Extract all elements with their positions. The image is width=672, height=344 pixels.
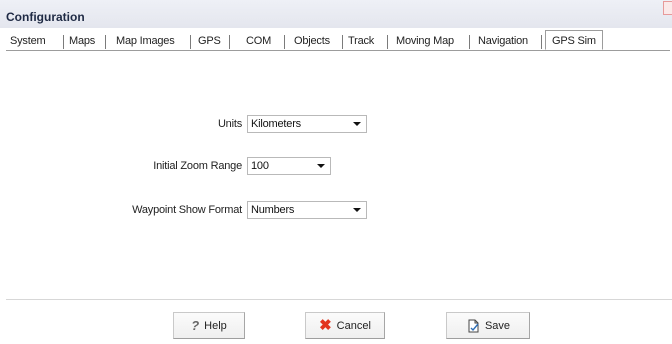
initial-zoom-range-select[interactable]: 100 (247, 157, 331, 175)
tab-navigation[interactable]: Navigation (478, 35, 542, 50)
initial-zoom-range-label: Initial Zoom Range (153, 160, 242, 172)
button-divider (6, 299, 672, 300)
close-button-edge[interactable] (663, 1, 672, 15)
tab-maps[interactable]: Maps (69, 35, 106, 50)
units-value: Kilometers (251, 118, 301, 130)
window-title: Configuration (6, 10, 85, 24)
initial-zoom-range-value: 100 (251, 160, 269, 172)
tab-gps[interactable]: GPS (198, 35, 230, 50)
chevron-down-icon (353, 122, 361, 126)
chevron-down-icon (353, 208, 361, 212)
units-label: Units (217, 118, 242, 130)
save-document-icon (468, 319, 479, 332)
cancel-x-icon: ✖ (319, 317, 332, 334)
tab-moving-map[interactable]: Moving Map (396, 35, 470, 50)
tab-system[interactable]: System (10, 35, 64, 50)
save-button-label: Save (484, 319, 511, 332)
chevron-down-icon (317, 164, 325, 168)
waypoint-show-format-label: Waypoint Show Format (132, 204, 242, 216)
tab-map-images[interactable]: Map Images (116, 35, 191, 50)
waypoint-show-format-select[interactable]: Numbers (247, 201, 367, 219)
tab-objects[interactable]: Objects (294, 35, 343, 50)
cancel-button[interactable]: ✖ Cancel (305, 312, 385, 339)
help-question-icon: ? (191, 318, 200, 333)
tab-com[interactable]: COM (246, 35, 285, 50)
save-button[interactable]: Save (446, 312, 530, 339)
title-bar: Configuration (0, 0, 672, 28)
tab-gps-sim[interactable]: GPS Sim (545, 30, 603, 50)
tab-strip: System Maps Map Images GPS COM Objects T… (6, 30, 670, 51)
help-button-label: Help (204, 319, 227, 332)
tab-track[interactable]: Track (348, 35, 388, 50)
units-select[interactable]: Kilometers (247, 115, 367, 133)
help-button[interactable]: ? Help (173, 312, 245, 339)
cancel-button-label: Cancel (336, 319, 371, 332)
waypoint-show-format-value: Numbers (251, 204, 295, 216)
